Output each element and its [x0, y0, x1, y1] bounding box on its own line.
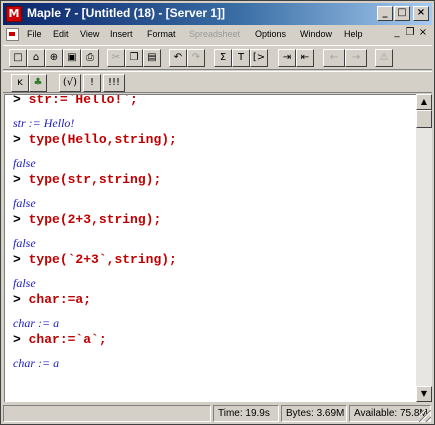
copy-icon[interactable]: ❐	[125, 49, 143, 67]
input-line[interactable]: > str:=`Hello!`;	[13, 94, 138, 107]
input-text[interactable]: type(`2+3`,string);	[29, 252, 177, 267]
title-bar[interactable]: M Maple 7 - [Untitled (18) - [Server 1]]…	[3, 3, 432, 25]
close-button[interactable]: ×	[413, 6, 429, 21]
main-toolbar: □ ⌂ ⊕ ▣ ⎙ ✂ ❐ ▤ ↶ ↷ Σ T [> ⇥ ⇤ ← → ⚠	[3, 45, 432, 70]
outdent-icon[interactable]: ⇤	[296, 49, 314, 67]
forward-icon[interactable]: →	[345, 49, 367, 67]
cut-icon[interactable]: ✂	[107, 49, 125, 67]
prompt-symbol: >	[13, 172, 21, 187]
indent-icon[interactable]: ⇥	[278, 49, 296, 67]
menu-insert[interactable]: Insert	[110, 29, 133, 39]
input-text[interactable]: type(str,string);	[29, 172, 162, 187]
print-icon[interactable]: ⎙	[81, 49, 99, 67]
input-text[interactable]: type(Hello,string);	[29, 132, 177, 147]
prompt-symbol: >	[13, 332, 21, 347]
status-bytes: Bytes: 3.69M	[281, 405, 347, 422]
input-icon[interactable]: [>	[250, 49, 268, 67]
document-icon[interactable]	[6, 28, 19, 41]
doc-close-button[interactable]: ×	[417, 27, 429, 41]
prompt-symbol: >	[13, 132, 21, 147]
status-time: Time: 19.9s	[213, 405, 279, 422]
execute-all-icon[interactable]: !!!	[103, 74, 125, 92]
output-line: false	[13, 156, 36, 170]
input-text[interactable]: char:=a;	[29, 292, 91, 307]
menu-window[interactable]: Window	[300, 29, 332, 39]
save-icon[interactable]: ▣	[63, 49, 81, 67]
input-line[interactable]: > type(2+3,string);	[13, 212, 161, 227]
menu-bar: File Edit View Insert Format Spreadsheet…	[3, 26, 432, 44]
open-icon[interactable]: ⌂	[27, 49, 45, 67]
output-line: char := a	[13, 356, 60, 370]
new-icon[interactable]: □	[9, 49, 27, 67]
output-line: false	[13, 236, 36, 250]
maple-icon[interactable]: ♣	[29, 74, 47, 92]
input-line[interactable]: > char:=a;	[13, 292, 91, 307]
input-line[interactable]: > type(`2+3`,string);	[13, 252, 177, 267]
menu-spreadsheet[interactable]: Spreadsheet	[189, 29, 240, 39]
scroll-down-icon[interactable]: ▼	[416, 386, 432, 402]
paste-icon[interactable]: ▤	[143, 49, 161, 67]
output-line: false	[13, 196, 36, 210]
maximize-button[interactable]: □	[394, 6, 410, 21]
open-url-icon[interactable]: ⊕	[45, 49, 63, 67]
doc-minimize-button[interactable]: _	[391, 27, 403, 41]
vertical-scrollbar[interactable]: ▲ ▼	[416, 94, 432, 402]
input-line[interactable]: > char:=`a`;	[13, 332, 107, 347]
input-line[interactable]: > type(Hello,string);	[13, 132, 177, 147]
math-icon[interactable]: ĸ	[11, 74, 29, 92]
output-line: str := Hello!	[13, 116, 75, 130]
text-icon[interactable]: T	[232, 49, 250, 67]
undo-icon[interactable]: ↶	[169, 49, 187, 67]
input-text[interactable]: type(2+3,string);	[29, 212, 162, 227]
menu-edit[interactable]: Edit	[53, 29, 69, 39]
maple-leaf-icon[interactable]: M	[6, 6, 22, 22]
menu-file[interactable]: File	[27, 29, 42, 39]
menu-format[interactable]: Format	[147, 29, 176, 39]
redo-icon[interactable]: ↷	[187, 49, 205, 67]
input-text[interactable]: char:=`a`;	[29, 332, 107, 347]
back-icon[interactable]: ←	[323, 49, 345, 67]
exclaim-icon[interactable]: !	[83, 74, 101, 92]
status-message	[3, 405, 211, 422]
maple-window: M Maple 7 - [Untitled (18) - [Server 1]]…	[0, 0, 435, 425]
prompt-symbol: >	[13, 292, 21, 307]
input-text[interactable]: str:=`Hello!`;	[29, 95, 138, 107]
output-line: false	[13, 276, 36, 290]
resize-grip-icon[interactable]	[419, 410, 431, 422]
context-toolbar: ĸ ♣ (√) ! !!!	[3, 71, 432, 93]
worksheet[interactable]: > str:=`Hello!`; str := Hello! > type(He…	[4, 94, 416, 402]
scroll-up-icon[interactable]: ▲	[416, 94, 432, 110]
minimize-button[interactable]: _	[377, 6, 393, 21]
menu-options[interactable]: Options	[255, 29, 286, 39]
sum-icon[interactable]: Σ	[214, 49, 232, 67]
output-line: char := a	[13, 316, 60, 330]
menu-view[interactable]: View	[80, 29, 99, 39]
input-line[interactable]: > type(str,string);	[13, 172, 161, 187]
scroll-thumb[interactable]	[416, 110, 432, 128]
window-title: Maple 7 - [Untitled (18) - [Server 1]]	[27, 6, 226, 20]
doc-restore-button[interactable]: ❐	[404, 27, 416, 41]
status-bar: Time: 19.9s Bytes: 3.69M Available: 75.8…	[3, 404, 432, 423]
prompt-symbol: >	[13, 94, 21, 107]
prompt-symbol: >	[13, 212, 21, 227]
sqrt-icon[interactable]: (√)	[59, 74, 81, 92]
menu-help[interactable]: Help	[344, 29, 363, 39]
stop-icon[interactable]: ⚠	[375, 49, 393, 67]
prompt-symbol: >	[13, 252, 21, 267]
